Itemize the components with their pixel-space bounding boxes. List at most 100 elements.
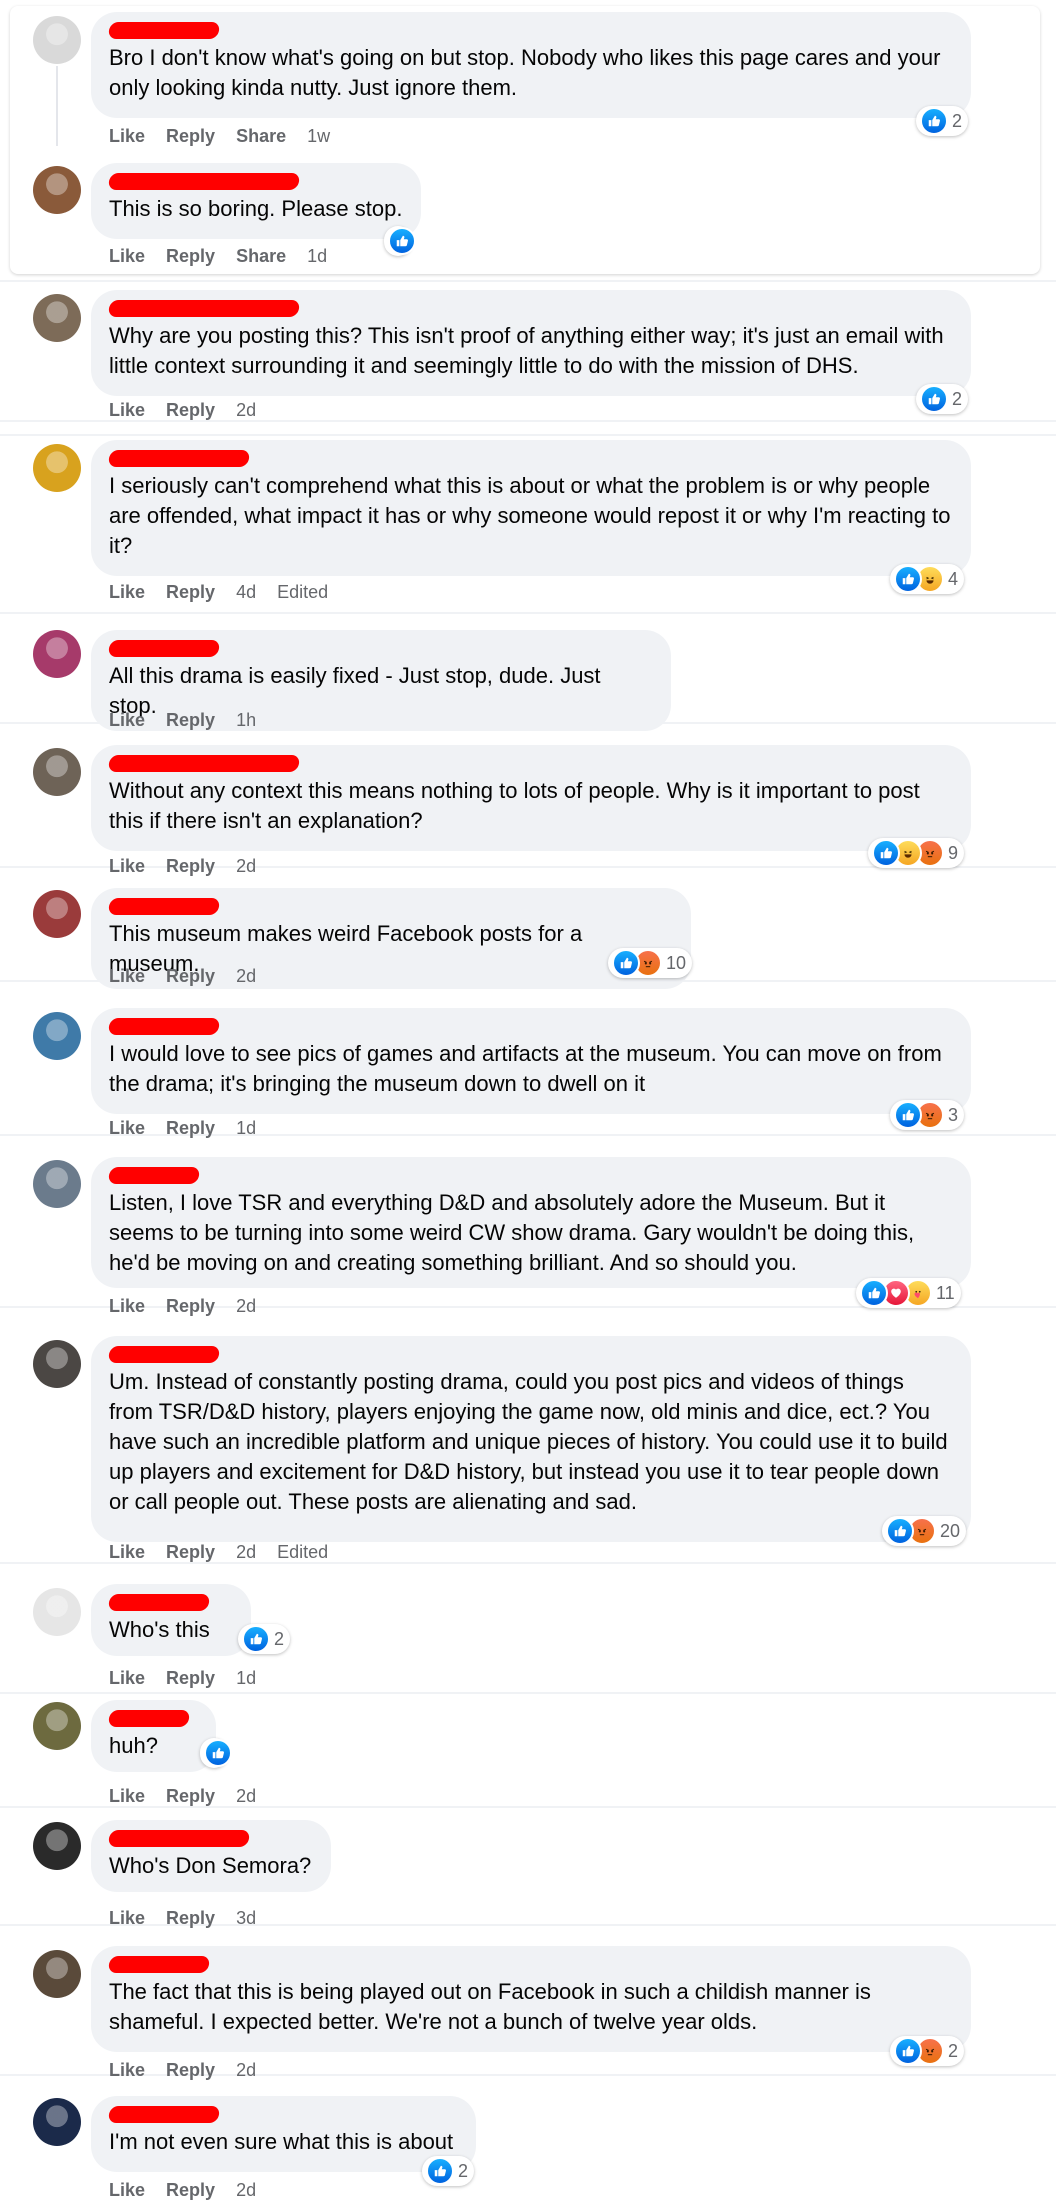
reply-action[interactable]: Reply [166,1668,215,1688]
redacted-author-name[interactable] [107,450,251,467]
reaction-summary[interactable]: 11 [856,1278,961,1308]
reply-action[interactable]: Reply [166,1118,215,1138]
reply-action[interactable]: Reply [166,1296,215,1316]
like-action[interactable]: Like [109,2060,145,2080]
redacted-author-name[interactable] [107,300,301,317]
like-action[interactable]: Like [109,2180,145,2200]
redacted-author-name[interactable] [107,1710,191,1727]
reply-action[interactable]: Reply [166,856,215,876]
avatar[interactable] [33,294,81,342]
comment-bubble: Bro I don't know what's going on but sto… [91,12,971,118]
redacted-author-name[interactable] [107,22,221,39]
reply-action[interactable]: Reply [166,246,215,266]
avatar[interactable] [33,1160,81,1208]
redacted-author-name[interactable] [107,1830,251,1847]
reaction-summary[interactable]: 4 [890,564,965,594]
reply-action[interactable]: Reply [166,400,215,420]
redacted-author-name[interactable] [107,755,301,772]
like-action[interactable]: Like [109,856,145,876]
reaction-summary[interactable]: 2 [916,106,969,136]
timestamp[interactable]: 4d [236,582,256,602]
like-action[interactable]: Like [109,1786,145,1806]
like-action[interactable]: Like [109,1908,145,1928]
like-action[interactable]: Like [109,966,145,986]
redacted-author-name[interactable] [107,173,301,190]
reply-action[interactable]: Reply [166,1908,215,1928]
redacted-author-name[interactable] [107,1167,201,1184]
avatar[interactable] [33,630,81,678]
timestamp[interactable]: 1d [307,246,327,266]
reaction-summary[interactable] [384,226,416,256]
reply-action[interactable]: Reply [166,126,215,146]
redacted-author-name[interactable] [107,898,221,915]
like-action[interactable]: Like [109,1542,145,1562]
like-action[interactable]: Like [109,1118,145,1138]
reply-action[interactable]: Reply [166,582,215,602]
comment-actions: Like Reply 4d Edited [109,582,349,603]
comment-bubble: huh? [91,1700,216,1772]
redacted-author-name[interactable] [107,1018,221,1035]
avatar[interactable] [33,2098,81,2146]
like-action[interactable]: Like [109,1668,145,1688]
comment-actions: Like Reply 2d [109,1786,277,1807]
avatar[interactable] [33,1822,81,1870]
like-reaction-icon [388,227,416,255]
reaction-summary[interactable]: 3 [890,1100,965,1130]
avatar[interactable] [33,16,81,64]
timestamp[interactable]: 2d [236,400,256,420]
like-action[interactable]: Like [109,246,145,266]
share-action[interactable]: Share [236,246,286,266]
timestamp[interactable]: 1d [236,1668,256,1688]
timestamp[interactable]: 1d [236,1118,256,1138]
timestamp[interactable]: 2d [236,2060,256,2080]
timestamp[interactable]: 3d [236,1908,256,1928]
redacted-author-name[interactable] [107,1956,211,1973]
reaction-summary[interactable]: 2 [238,1624,291,1654]
timestamp[interactable]: 1h [236,710,256,730]
separator [0,1692,1056,1694]
reply-action[interactable]: Reply [166,1542,215,1562]
comment-text: Listen, I love TSR and everything D&D an… [109,1190,921,1275]
reply-action[interactable]: Reply [166,710,215,730]
like-action[interactable]: Like [109,400,145,420]
reply-action[interactable]: Reply [166,1786,215,1806]
avatar[interactable] [33,166,81,214]
timestamp[interactable]: 2d [236,1296,256,1316]
reaction-summary[interactable]: 20 [882,1516,967,1546]
redacted-author-name[interactable] [107,1594,211,1611]
reaction-summary[interactable]: 2 [422,2156,475,2186]
reply-action[interactable]: Reply [166,2180,215,2200]
avatar[interactable] [33,1702,81,1750]
reaction-summary[interactable] [200,1738,232,1768]
avatar[interactable] [33,890,81,938]
like-action[interactable]: Like [109,1296,145,1316]
reaction-summary[interactable]: 10 [608,948,693,978]
timestamp[interactable]: 2d [236,1542,256,1562]
reaction-summary[interactable]: 2 [916,384,969,414]
reply-action[interactable]: Reply [166,2060,215,2080]
redacted-author-name[interactable] [107,2106,221,2123]
timestamp[interactable]: 1w [307,126,330,146]
redacted-author-name[interactable] [107,1346,221,1363]
timestamp[interactable]: 2d [236,2180,256,2200]
reaction-count: 2 [458,2160,469,2181]
avatar[interactable] [33,444,81,492]
like-action[interactable]: Like [109,710,145,730]
timestamp[interactable]: 2d [236,856,256,876]
redacted-author-name[interactable] [107,640,221,657]
timestamp[interactable]: 2d [236,966,256,986]
reaction-summary[interactable]: 2 [890,2036,965,2066]
avatar[interactable] [33,1340,81,1388]
reaction-summary[interactable]: 9 [868,838,965,868]
avatar[interactable] [33,748,81,796]
avatar[interactable] [33,1012,81,1060]
reply-action[interactable]: Reply [166,966,215,986]
like-reaction-icon [860,1279,888,1307]
like-action[interactable]: Like [109,582,145,602]
timestamp[interactable]: 2d [236,1786,256,1806]
avatar[interactable] [33,1950,81,1998]
avatar[interactable] [33,1588,81,1636]
edited-label: Edited [277,1542,329,1562]
like-action[interactable]: Like [109,126,145,146]
share-action[interactable]: Share [236,126,286,146]
